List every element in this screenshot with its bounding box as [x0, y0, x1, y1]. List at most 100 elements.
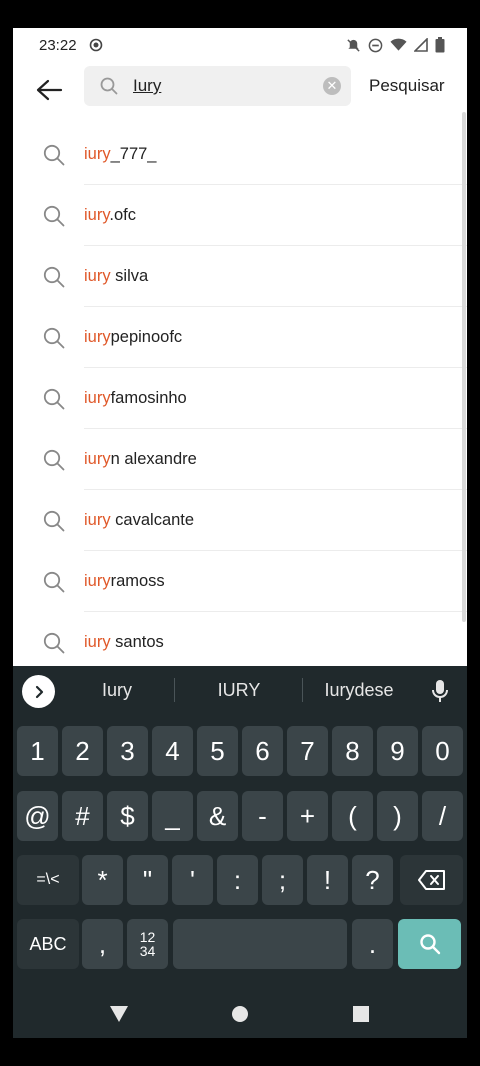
key-symbol[interactable]: ;: [262, 855, 303, 905]
suggestion-match: iury: [84, 572, 111, 590]
key-symbol[interactable]: /: [422, 791, 463, 841]
key-abc[interactable]: ABC: [17, 919, 79, 969]
suggestion-rest: famosinho: [110, 389, 187, 407]
search-enter-key[interactable]: [398, 919, 461, 969]
search-icon: [100, 77, 118, 100]
key-symbol[interactable]: &: [197, 791, 238, 841]
key-symbol[interactable]: $: [107, 791, 148, 841]
suggestion-rest: pepinoofc: [110, 328, 183, 346]
wifi-icon: [390, 38, 407, 57]
suggestion-rest: ramoss: [110, 572, 165, 590]
suggestion-1[interactable]: Iury: [62, 680, 172, 701]
suggestion-row[interactable]: iuryn alexandre: [13, 429, 467, 490]
nav-recents-square-icon: [353, 1006, 369, 1022]
suggestion-text: iury cavalcante: [84, 511, 194, 530]
search-icon: [43, 327, 65, 354]
nav-back-button[interactable]: [107, 1002, 131, 1026]
key-symbol[interactable]: ': [172, 855, 213, 905]
search-icon: [43, 510, 65, 537]
nav-home-button[interactable]: [228, 1002, 252, 1026]
suggestion-divider: [174, 678, 175, 702]
backspace-key[interactable]: [400, 855, 463, 905]
search-submit-button[interactable]: Pesquisar: [369, 76, 445, 96]
key-comma[interactable]: ,: [82, 919, 123, 969]
key-2[interactable]: 2: [62, 726, 103, 776]
search-suggestions-list: iury_777_ iury.ofc iury silva iurypepinoofc…: [13, 124, 467, 673]
suggestion-row[interactable]: iurypepinoofc: [13, 307, 467, 368]
notifications-off-icon: [346, 38, 361, 58]
suggestion-3[interactable]: Iurydese: [304, 680, 414, 701]
key-3[interactable]: 3: [107, 726, 148, 776]
suggestion-rest: cavalcante: [110, 511, 195, 529]
microphone-icon[interactable]: [431, 679, 449, 708]
suggestion-text: iury santos: [84, 633, 164, 652]
key-period[interactable]: .: [352, 919, 393, 969]
suggestion-row[interactable]: iuryramoss: [13, 551, 467, 612]
key-symbol[interactable]: -: [242, 791, 283, 841]
key-more-symbols[interactable]: =\<: [17, 855, 79, 905]
suggestion-rest: _777_: [110, 145, 157, 163]
numpad-label: 12 34: [140, 930, 156, 958]
key-symbol[interactable]: ": [127, 855, 168, 905]
search-icon: [43, 388, 65, 415]
suggestion-text: iury.ofc: [84, 206, 136, 225]
signal-icon: [413, 37, 428, 57]
search-query-text: Iury: [133, 76, 162, 95]
scrollbar[interactable]: [462, 112, 466, 622]
backspace-icon: [417, 870, 445, 890]
phone-screen: 23:22 Iury ✕ Pesquisar iury_777_ iury.of…: [13, 28, 467, 1038]
suggestion-2[interactable]: IURY: [184, 680, 294, 701]
search-icon: [43, 632, 65, 659]
key-symbol[interactable]: ?: [352, 855, 393, 905]
suggestion-match: iury: [84, 328, 111, 346]
search-input[interactable]: Iury ✕: [84, 66, 351, 106]
key-6[interactable]: 6: [242, 726, 283, 776]
key-symbol[interactable]: *: [82, 855, 123, 905]
suggestion-row[interactable]: iury.ofc: [13, 185, 467, 246]
back-arrow-icon: [36, 79, 63, 101]
key-9[interactable]: 9: [377, 726, 418, 776]
nav-back-triangle-icon: [110, 1006, 128, 1022]
key-symbol[interactable]: (: [332, 791, 373, 841]
key-symbol[interactable]: _: [152, 791, 193, 841]
suggestion-row[interactable]: iuryfamosinho: [13, 368, 467, 429]
key-symbol[interactable]: +: [287, 791, 328, 841]
key-4[interactable]: 4: [152, 726, 193, 776]
suggestion-row[interactable]: iury_777_: [13, 124, 467, 185]
numpad-top: 12: [139, 929, 156, 945]
do-not-disturb-icon: [368, 38, 383, 58]
search-bar: Iury ✕ Pesquisar: [13, 66, 467, 126]
suggestion-text: iury_777_: [84, 145, 156, 164]
key-5[interactable]: 5: [197, 726, 238, 776]
nav-home-circle-icon: [232, 1006, 248, 1022]
suggestion-text: iuryramoss: [84, 572, 165, 591]
status-time: 23:22: [39, 37, 77, 54]
key-8[interactable]: 8: [332, 726, 373, 776]
key-symbol[interactable]: @: [17, 791, 58, 841]
key-7[interactable]: 7: [287, 726, 328, 776]
key-symbol[interactable]: !: [307, 855, 348, 905]
battery-icon: [435, 37, 445, 58]
suggestion-row[interactable]: iury cavalcante: [13, 490, 467, 551]
back-button[interactable]: [33, 74, 65, 106]
search-icon: [43, 571, 65, 598]
space-key[interactable]: [173, 919, 347, 969]
suggestion-row[interactable]: iury santos: [13, 612, 467, 673]
keyboard-expand-button[interactable]: [22, 675, 55, 708]
key-1[interactable]: 1: [17, 726, 58, 776]
key-symbol[interactable]: ): [377, 791, 418, 841]
search-icon: [43, 449, 65, 476]
suggestion-rest: silva: [110, 267, 149, 285]
nav-recents-button[interactable]: [349, 1002, 373, 1026]
search-icon: [43, 205, 65, 232]
suggestion-match: iury: [84, 389, 111, 407]
clear-search-icon[interactable]: ✕: [323, 77, 341, 95]
key-symbol[interactable]: :: [217, 855, 258, 905]
key-numpad[interactable]: 12 34: [127, 919, 168, 969]
suggestion-divider: [302, 678, 303, 702]
key-symbol[interactable]: #: [62, 791, 103, 841]
suggestion-row[interactable]: iury silva: [13, 246, 467, 307]
suggestion-match: iury: [84, 267, 111, 285]
key-0[interactable]: 0: [422, 726, 463, 776]
suggestion-rest: n alexandre: [110, 450, 197, 468]
